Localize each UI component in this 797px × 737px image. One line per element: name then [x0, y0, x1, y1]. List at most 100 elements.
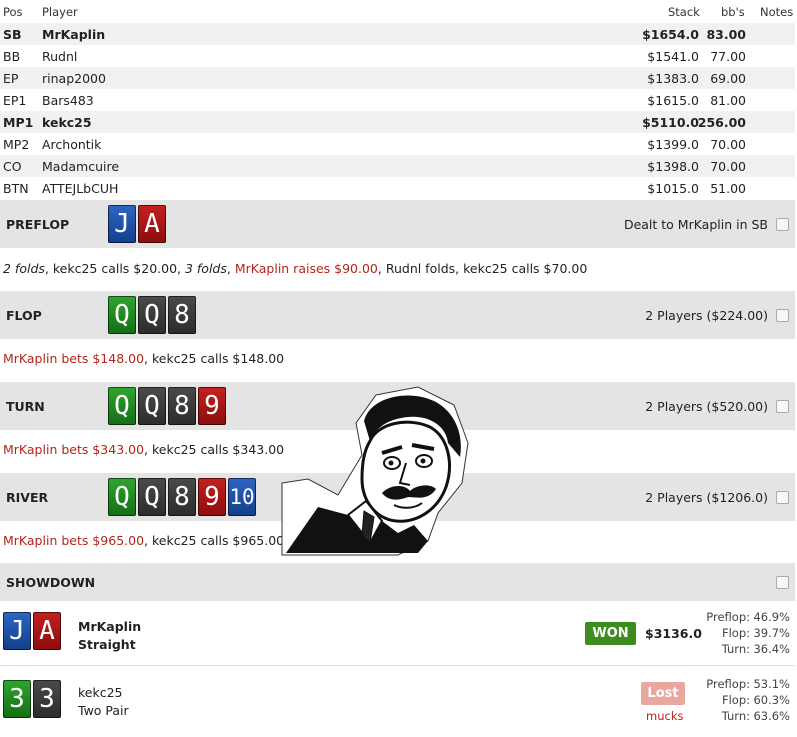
player-pos: MP2 — [3, 137, 30, 152]
flop-actions: MrKaplin bets $148.00, kekc25 calls $148… — [3, 351, 284, 366]
hero-action: MrKaplin bets $343.00 — [3, 442, 145, 457]
showdown-player-name[interactable]: kekc25 — [78, 684, 129, 702]
street-flop: FLOP Q Q 8 2 Players ($224.00) — [0, 291, 795, 339]
equity-value: 60.3% — [753, 693, 790, 707]
player-stack: $1383.0 — [647, 71, 699, 86]
player-name[interactable]: Rudnl — [42, 49, 77, 64]
board-cards: Q Q 8 — [108, 296, 196, 334]
card: Q — [108, 387, 136, 425]
hero-action: MrKaplin bets $148.00 — [3, 351, 145, 366]
player-pos: EP — [3, 71, 19, 86]
action-text: , kekc25 calls $148.00 — [144, 351, 285, 366]
street-info: 2 Players ($224.00) — [645, 308, 768, 323]
player-name[interactable]: ATTEJLbCUH — [42, 181, 118, 196]
player-pos: MP1 — [3, 115, 34, 130]
player-stack: $1399.0 — [647, 137, 699, 152]
showdown-hand: Straight — [78, 637, 136, 652]
player-row[interactable]: EP rinap2000 $1383.0 69.00 — [0, 67, 795, 89]
player-stack: $5110.0 — [642, 115, 699, 130]
player-name[interactable]: Archontik — [42, 137, 101, 152]
player-row[interactable]: BTN ATTEJLbCUH $1015.0 51.00 — [0, 177, 795, 199]
player-bbs: 77.00 — [710, 49, 746, 64]
hero-action: MrKaplin raises $90.00 — [234, 261, 378, 276]
player-bbs: 256.00 — [697, 115, 746, 130]
card: Q — [138, 387, 166, 425]
showdown-row-winner: J A MrKaplin Straight WON $3136.0 Preflo… — [0, 601, 795, 666]
card: A — [138, 205, 166, 243]
showdown-player-name[interactable]: MrKaplin — [78, 618, 141, 636]
showdown-player: MrKaplin Straight — [78, 618, 141, 654]
player-pos: BB — [3, 49, 21, 64]
card: Q — [138, 296, 166, 334]
player-row[interactable]: EP1 Bars483 $1615.0 81.00 — [0, 89, 795, 111]
player-bbs: 51.00 — [710, 181, 746, 196]
player-name[interactable]: rinap2000 — [42, 71, 106, 86]
equity-stats: Preflop: 46.9% Flop: 39.7% Turn: 36.4% — [698, 609, 790, 657]
player-bbs: 83.00 — [706, 27, 746, 42]
showdown-row-loser: 3 3 kekc25 Two Pair Lost mucks Preflop: 5… — [0, 666, 795, 735]
showdown-player: kekc25 Two Pair — [78, 684, 129, 720]
equity-value: 63.6% — [753, 709, 790, 723]
player-stack: $1015.0 — [647, 181, 699, 196]
card: 8 — [168, 296, 196, 334]
player-row[interactable]: SB MrKaplin $1654.0 83.00 — [0, 23, 795, 45]
lost-badge: Lost — [641, 682, 685, 705]
player-stack: $1541.0 — [647, 49, 699, 64]
board-cards: Q Q 8 9 — [108, 387, 226, 425]
hole-cards: 3 3 — [3, 680, 61, 718]
won-badge: WON — [585, 622, 636, 645]
action-text: 3 folds — [184, 261, 227, 276]
player-name[interactable]: Madamcuire — [42, 159, 119, 174]
are-you-kidding-me-meme-icon — [278, 383, 480, 559]
card: 9 — [198, 387, 226, 425]
equity-label: Flop: — [721, 626, 750, 640]
player-row[interactable]: BB Rudnl $1541.0 77.00 — [0, 45, 795, 67]
equity-stats: Preflop: 53.1% Flop: 60.3% Turn: 63.6% — [698, 676, 790, 724]
street-showdown: SHOWDOWN — [0, 563, 795, 601]
player-pos: EP1 — [3, 93, 27, 108]
equity-label: Turn: — [721, 709, 750, 723]
player-name[interactable]: kekc25 — [42, 115, 92, 130]
street-checkbox[interactable] — [776, 491, 789, 504]
card: A — [33, 612, 61, 650]
street-name: FLOP — [6, 308, 42, 323]
street-checkbox[interactable] — [776, 309, 789, 322]
street-name: PREFLOP — [6, 217, 70, 232]
card: 3 — [3, 680, 31, 718]
col-stack: Stack — [668, 5, 700, 19]
showdown-hand: Two Pair — [78, 703, 129, 718]
action-text: , kekc25 calls $343.00 — [144, 442, 285, 457]
river-actions: MrKaplin bets $965.00, kekc25 calls $965… — [3, 533, 284, 548]
card: J — [3, 612, 31, 650]
player-pos: SB — [3, 27, 22, 42]
street-checkbox[interactable] — [776, 576, 789, 589]
player-bbs: 70.00 — [710, 137, 746, 152]
player-pos: CO — [3, 159, 22, 174]
player-bbs: 70.00 — [710, 159, 746, 174]
equity-label: Preflop: — [706, 610, 750, 624]
col-bbs: bb's — [721, 5, 745, 19]
equity-label: Preflop: — [706, 677, 750, 691]
street-name: SHOWDOWN — [6, 575, 96, 590]
hero-action: MrKaplin bets $965.00 — [3, 533, 145, 548]
player-name[interactable]: MrKaplin — [42, 27, 105, 42]
player-pos: BTN — [3, 181, 29, 196]
action-text: 2 folds — [3, 261, 45, 276]
player-row[interactable]: MP2 Archontik $1399.0 70.00 — [0, 133, 795, 155]
equity-value: 46.9% — [753, 610, 790, 624]
mucks-label: mucks — [646, 709, 684, 723]
player-stack: $1654.0 — [642, 27, 699, 42]
player-row[interactable]: CO Madamcuire $1398.0 70.00 — [0, 155, 795, 177]
street-checkbox[interactable] — [776, 218, 789, 231]
board-cards: Q Q 8 9 10 — [108, 478, 256, 516]
player-bbs: 81.00 — [710, 93, 746, 108]
col-player: Player — [42, 5, 78, 19]
equity-label: Flop: — [721, 693, 750, 707]
player-stack: $1398.0 — [647, 159, 699, 174]
card: J — [108, 205, 136, 243]
street-preflop: PREFLOP J A Dealt to MrKaplin in SB — [0, 200, 795, 248]
player-row[interactable]: MP1 kekc25 $5110.0 256.00 — [0, 111, 795, 133]
street-checkbox[interactable] — [776, 400, 789, 413]
player-name[interactable]: Bars483 — [42, 93, 94, 108]
card: 10 — [228, 478, 256, 516]
